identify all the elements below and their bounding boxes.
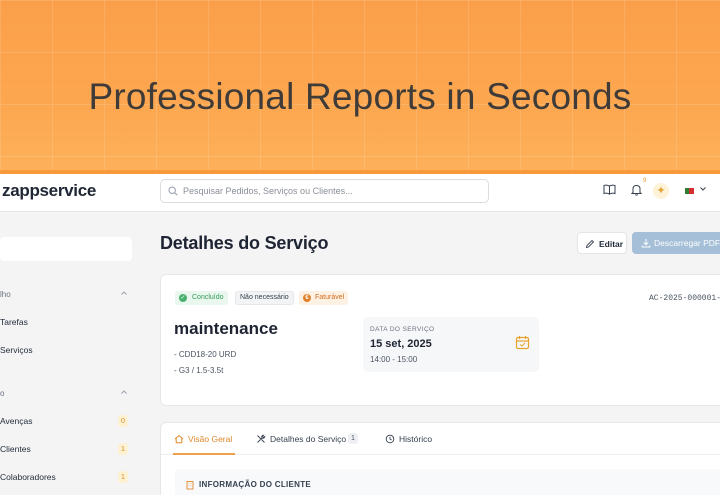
service-tabs-card: Visão Geral Detalhes do Serviço 1 Histór… <box>160 422 720 495</box>
service-summary-card: ✓ Concluído Não necessário € Faturável AC-… <box>160 274 720 406</box>
tab-bar: Visão Geral Detalhes do Serviço 1 Histór… <box>161 423 720 455</box>
building-icon <box>186 481 194 490</box>
check-circle-icon: ✓ <box>179 294 187 302</box>
chevron-up-icon[interactable] <box>120 388 128 396</box>
download-icon <box>641 239 651 248</box>
euro-icon: € <box>303 294 311 302</box>
home-icon <box>174 434 184 444</box>
tools-icon <box>257 434 266 443</box>
service-date: 15 set, 2025 <box>370 338 432 350</box>
sparkle-icon[interactable]: ✦ <box>653 183 669 199</box>
notification-count: 9 <box>643 178 647 184</box>
sidebar: lho Tarefas Serviços o Avenças 0 Cliente… <box>0 213 143 495</box>
book-icon[interactable] <box>603 184 616 195</box>
sidebar-section-1: lho <box>0 290 11 299</box>
app-logo[interactable]: zappservice <box>2 181 96 201</box>
sidebar-item-servicos[interactable]: Serviços <box>0 345 33 355</box>
service-date-label: DATA DO SERVIÇO <box>370 326 435 333</box>
sidebar-item-clientes[interactable]: Clientes <box>0 444 31 454</box>
chevron-down-icon[interactable] <box>699 185 707 193</box>
pencil-icon <box>585 239 595 249</box>
service-detail-line: - CDD18-20 URD <box>174 350 237 359</box>
download-pdf-button[interactable]: Descarregar PDF <box>632 232 720 254</box>
sidebar-count-avencas: 0 <box>118 415 128 427</box>
calendar-icon <box>515 336 530 350</box>
download-pdf-label: Descarregar PDF <box>654 238 720 248</box>
search-input[interactable] <box>183 182 483 200</box>
portugal-flag-icon[interactable] <box>685 188 694 194</box>
app-window: zappservice 9 ✦ lho Tarefas Serviços o A… <box>0 174 720 495</box>
sidebar-placeholder-block <box>0 237 132 261</box>
chevron-up-icon[interactable] <box>120 289 128 297</box>
status-badge-done: ✓ Concluído <box>175 291 228 305</box>
status-badge-billable: € Faturável <box>299 291 349 305</box>
service-date-box: DATA DO SERVIÇO 15 set, 2025 14:00 - 15:… <box>363 317 539 372</box>
edit-button-label: Editar <box>599 239 624 249</box>
service-name: maintenance <box>174 319 278 338</box>
service-reference: AC-2025-000001-9 <box>649 294 720 303</box>
client-info-section: INFORMAÇÃO DO CLIENTE <box>175 469 720 495</box>
sidebar-section-2: o <box>0 389 5 398</box>
tab-count-badge: 1 <box>348 433 358 444</box>
service-time: 14:00 - 15:00 <box>370 355 418 364</box>
search-box[interactable] <box>160 179 489 203</box>
sidebar-item-avencas[interactable]: Avenças <box>0 416 32 426</box>
active-tab-indicator <box>173 453 235 455</box>
edit-button[interactable]: Editar <box>577 232 627 254</box>
search-icon <box>168 186 178 196</box>
sidebar-count-colaboradores: 1 <box>118 471 128 483</box>
sidebar-item-colaboradores[interactable]: Colaboradores <box>0 472 56 482</box>
sidebar-count-clientes: 1 <box>118 443 128 455</box>
banner-headline: Professional Reports in Seconds <box>88 76 632 117</box>
promo-banner: Professional Reports in Seconds <box>0 0 720 172</box>
top-bar: zappservice 9 ✦ <box>0 174 720 212</box>
bell-icon[interactable] <box>631 184 642 196</box>
sidebar-item-tarefas[interactable]: Tarefas <box>0 317 28 327</box>
clock-icon <box>385 434 395 444</box>
status-badge-not-needed: Não necessário <box>235 291 294 305</box>
page-title: Detalhes do Serviço <box>160 233 329 253</box>
service-detail-line: - G3 / 1.5-3.5t <box>174 366 224 375</box>
